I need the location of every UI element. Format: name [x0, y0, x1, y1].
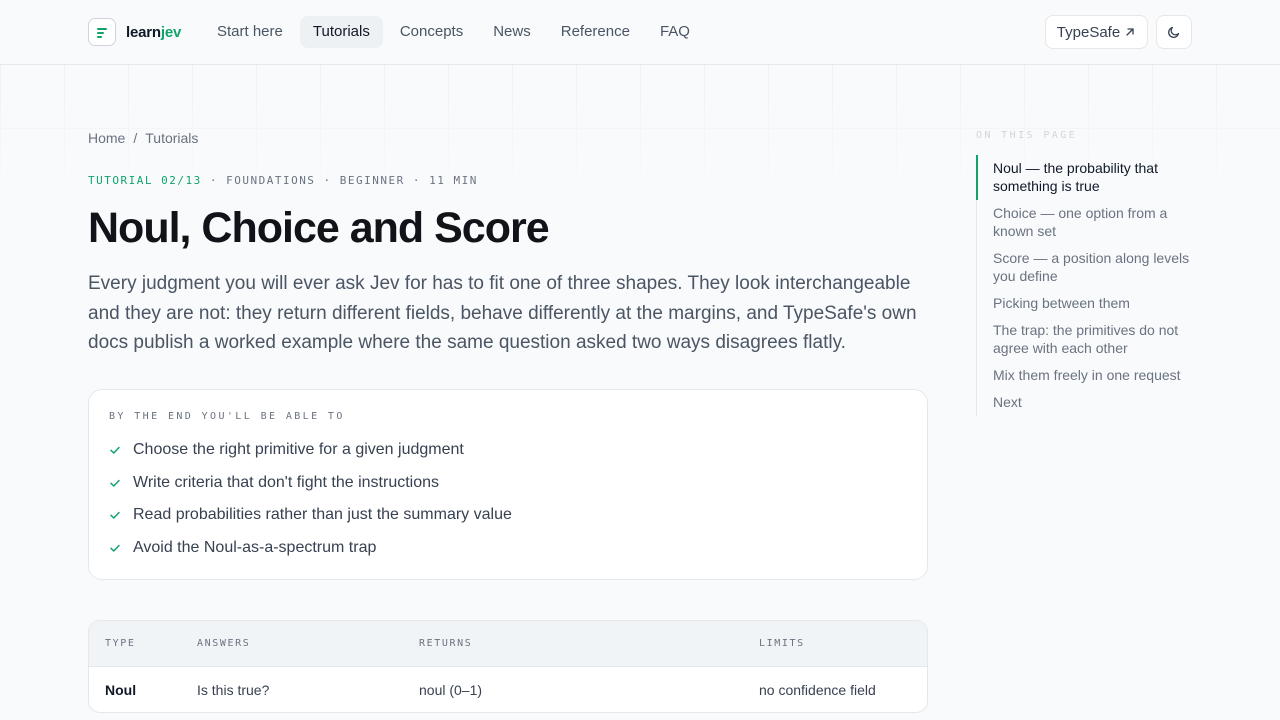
- tutorial-number: TUTORIAL 02/13: [88, 174, 202, 187]
- goal-item: Read probabilities rather than just the …: [109, 499, 907, 532]
- cell-answers: Is this true?: [197, 681, 270, 698]
- tutorial-meta-details: · FOUNDATIONS · BEGINNER · 11 MIN: [201, 174, 478, 187]
- tutorial-meta: TUTORIAL 02/13 · FOUNDATIONS · BEGINNER …: [88, 174, 478, 187]
- check-icon: [110, 512, 120, 519]
- cell-type: Noul: [105, 681, 137, 698]
- goal-item: Write criteria that don't fight the inst…: [109, 467, 907, 500]
- on-this-page-toc: ON THIS PAGE Noul — the probability that…: [976, 130, 1192, 416]
- goal-text: Write criteria that don't fight the inst…: [133, 473, 440, 491]
- toc-item-score[interactable]: Score — a position along levels you defi…: [977, 245, 1192, 290]
- goal-text: Read probabilities rather than just the …: [133, 506, 512, 524]
- toc-item-choice[interactable]: Choice — one option from a known set: [977, 200, 1192, 245]
- toc-item-next[interactable]: Next: [977, 389, 1192, 416]
- nav-item-concepts[interactable]: Concepts: [387, 16, 476, 48]
- toc-item-picking[interactable]: Picking between them: [977, 290, 1192, 317]
- toc-item-trap[interactable]: The trap: the primitives do not agree wi…: [977, 317, 1192, 362]
- toc-list: Noul — the probability that something is…: [976, 155, 1192, 416]
- page-title: Noul, Choice and Score: [88, 204, 550, 252]
- cell-returns: noul (0–1): [419, 681, 483, 698]
- goal-item: Choose the right primitive for a given j…: [109, 434, 907, 467]
- toc-item-noul[interactable]: Noul — the probability that something is…: [976, 155, 1192, 200]
- learning-goals-title: BY THE END YOU'LL BE ABLE TO: [109, 411, 345, 422]
- breadcrumb-home[interactable]: Home: [88, 130, 125, 146]
- toc-item-mix[interactable]: Mix them freely in one request: [977, 362, 1192, 389]
- table-row: Noul Is this true? noul (0–1) no confide…: [89, 666, 927, 712]
- nav-item-reference[interactable]: Reference: [548, 16, 643, 48]
- learning-goals-card: BY THE END YOU'LL BE ABLE TO Choose the …: [88, 389, 928, 580]
- moon-icon: [1168, 26, 1180, 38]
- breadcrumb-tutorials[interactable]: Tutorials: [145, 130, 198, 146]
- nav-item-faq[interactable]: FAQ: [647, 16, 703, 48]
- arrow-up-right-icon: [1126, 28, 1134, 36]
- column-header-type: TYPE: [105, 638, 136, 649]
- goal-text: Avoid the Noul-as-a-spectrum trap: [133, 538, 377, 556]
- logo-wordmark: learnjev: [126, 23, 182, 41]
- table-header-row: TYPE ANSWERS RETURNS LIMITS: [89, 621, 927, 666]
- toc-title: ON THIS PAGE: [976, 130, 1078, 141]
- top-navigation-bar: learnjev Start here Tutorials Concepts N…: [0, 0, 1280, 65]
- lede-paragraph: Every judgment you will ever ask Jev for…: [88, 273, 917, 353]
- goal-item: Avoid the Noul-as-a-spectrum trap: [109, 532, 907, 565]
- nav-item-tutorials[interactable]: Tutorials: [299, 16, 383, 48]
- primitives-table: TYPE ANSWERS RETURNS LIMITS Noul Is this…: [88, 620, 928, 713]
- check-icon: [110, 479, 120, 487]
- nav-item-news[interactable]: News: [480, 16, 544, 48]
- logo-icon: [88, 18, 116, 46]
- column-header-returns: RETURNS: [419, 638, 473, 649]
- main-nav: Start here Tutorials Concepts News Refer…: [204, 16, 703, 48]
- cell-limits: no confidence field: [759, 681, 876, 698]
- theme-toggle-button[interactable]: [1156, 15, 1192, 49]
- breadcrumb-separator: /: [133, 130, 138, 146]
- check-icon: [110, 544, 120, 552]
- column-header-answers: ANSWERS: [197, 638, 251, 649]
- column-header-limits: LIMITS: [759, 638, 805, 649]
- goal-text: Choose the right primitive for a given j…: [133, 441, 464, 459]
- breadcrumb: Home / Tutorials: [88, 130, 198, 146]
- typesafe-link-button[interactable]: TypeSafe: [1045, 15, 1148, 49]
- check-icon: [110, 447, 120, 454]
- site-logo[interactable]: learnjev: [88, 18, 181, 46]
- typesafe-link-label: TypeSafe: [1056, 23, 1121, 41]
- nav-item-start-here[interactable]: Start here: [204, 16, 296, 48]
